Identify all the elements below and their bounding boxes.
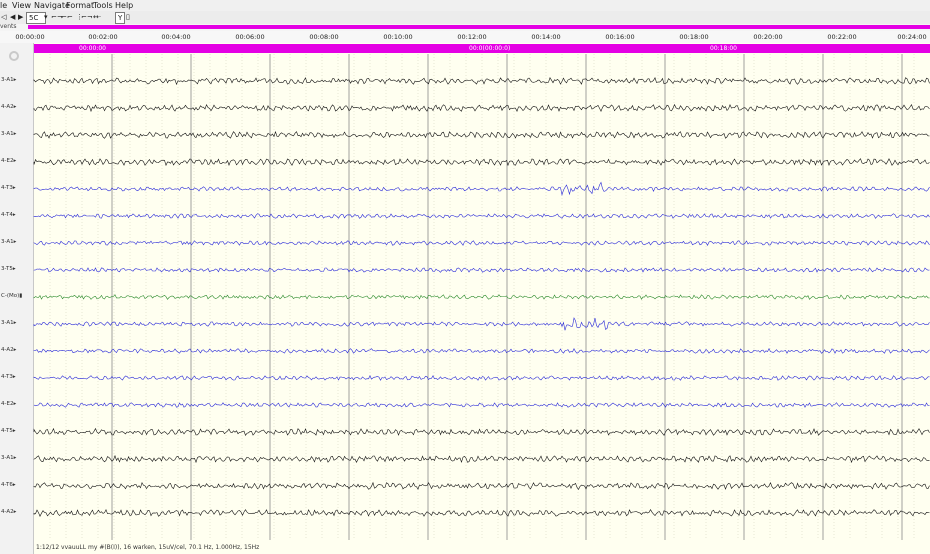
status-line: 1:12/12 vvauuLL my #(B(I)), 16 warken, 1… bbox=[36, 544, 260, 551]
eeg-traces bbox=[33, 54, 930, 540]
eeg-trace bbox=[33, 240, 930, 246]
eeg-trace bbox=[33, 213, 930, 219]
eeg-trace bbox=[33, 374, 930, 381]
